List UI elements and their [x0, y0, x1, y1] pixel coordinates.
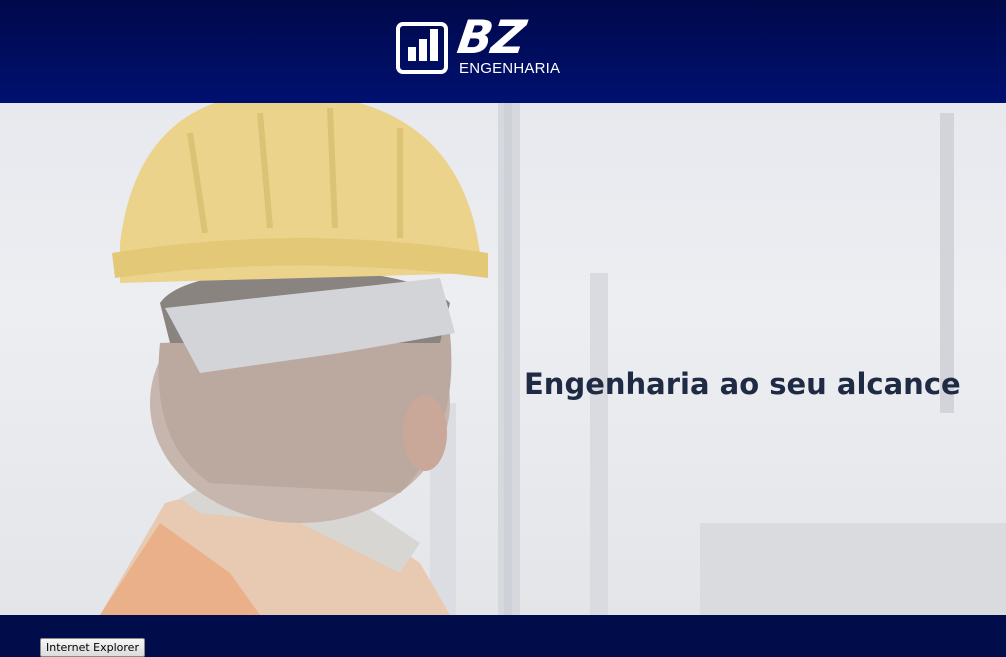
brand-mark: BZ — [454, 10, 529, 64]
hero-banner: Engenharia ao seu alcance — [0, 103, 1006, 615]
site-header: BZ ENGENHARIA — [0, 0, 1006, 103]
internet-explorer-button[interactable]: Internet Explorer — [40, 638, 145, 657]
worker-with-hard-hat-photo — [100, 103, 1006, 615]
hero-title: Engenharia ao seu alcance — [524, 367, 961, 401]
brand-subtitle: ENGENHARIA — [459, 60, 561, 77]
bar-chart-box-icon — [396, 22, 448, 74]
site-footer: Internet Explorer — [0, 615, 1006, 657]
brand-logo[interactable]: BZ ENGENHARIA — [396, 10, 596, 80]
